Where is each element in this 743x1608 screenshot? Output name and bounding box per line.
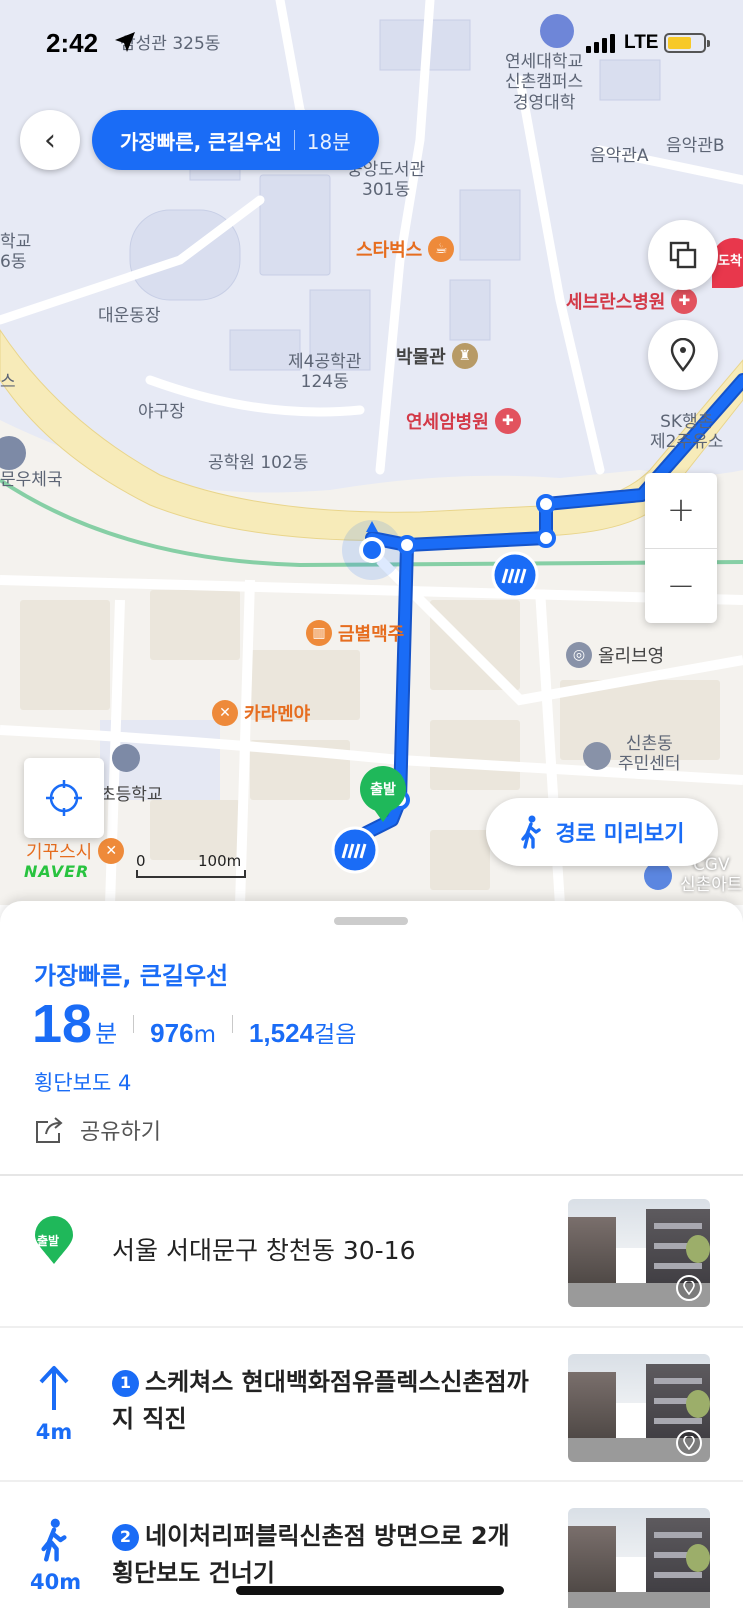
signal-icon	[586, 34, 615, 53]
route-distance-unit: m	[193, 1022, 216, 1048]
walking-icon	[521, 815, 542, 849]
hospital-icon: ✚	[494, 408, 521, 434]
route-duration-value: 18	[32, 994, 93, 1054]
map-layers-button[interactable]	[648, 220, 718, 290]
crosshair-icon	[46, 780, 82, 816]
route-option-duration: 18분	[306, 129, 351, 154]
walking-icon	[41, 1518, 67, 1562]
restaurant-icon: ✕	[98, 838, 125, 864]
map-view[interactable]: 삼성관 325동 연세대학교 신촌캠퍼스 경영대학 음악관A 음악관B 중앙도서…	[0, 0, 743, 905]
map-label-music-b: 음악관B	[666, 136, 725, 156]
map-label-eng4: 제4공학관 124동	[288, 352, 362, 393]
map-label-post: 문우체국	[0, 470, 63, 490]
pin-icon	[676, 1275, 702, 1301]
route-option-name: 가장빠른, 큰길우선	[120, 129, 282, 154]
shop-icon: ◎	[566, 642, 592, 668]
poi-oliveyoung[interactable]: ◎ 올리브영	[566, 642, 664, 668]
map-pin-icon	[670, 338, 696, 372]
step-text: 1 스케쳐스 현대백화점유플렉스신촌점까지 직진	[112, 1368, 529, 1434]
beer-icon: ▥	[306, 620, 332, 646]
museum-icon: ♜	[451, 343, 478, 369]
battery-icon	[664, 33, 710, 53]
hospital-icon: ✚	[671, 288, 698, 314]
zoom-out-button[interactable]: −	[645, 549, 717, 624]
map-label-community: 신촌동 주민센터	[618, 734, 681, 775]
naver-logo: NAVER	[24, 862, 90, 881]
step-distance: 40m	[30, 1570, 82, 1594]
map-label-eng-hall: 공학원 102동	[208, 453, 309, 473]
poi-cancer-hospital[interactable]: 연세암병원 ✚	[406, 408, 521, 434]
route-duration-unit: 분	[95, 1020, 118, 1048]
map-scale: 0 100m	[136, 852, 246, 878]
street-view-thumbnail[interactable]	[568, 1199, 710, 1307]
status-bar: 2:42 LTE	[0, 0, 743, 80]
step-distance: 4m	[35, 1420, 73, 1444]
map-label-elementary: 초등학교	[100, 785, 163, 805]
step-text: 2 네이처리퍼블릭신촌점 방면으로 2개 횡단보도 건너기	[112, 1522, 510, 1588]
map-label-baseball: 야구장	[138, 402, 185, 422]
route-preview-label: 경로 미리보기	[555, 822, 685, 847]
start-marker[interactable]: 출발	[360, 766, 406, 822]
restaurant-icon: ✕	[212, 700, 238, 726]
arrow-up-icon	[39, 1366, 69, 1410]
route-summary-stats: 18 분 976 m 1,524 걸음	[32, 993, 356, 1055]
share-label: 공유하기	[80, 1120, 161, 1145]
route-option-pill[interactable]: 가장빠른, 큰길우선 18분	[92, 110, 379, 170]
poi-museum[interactable]: 박물관 ♜	[396, 343, 478, 369]
network-type: LTE	[624, 32, 659, 53]
status-time: 2:42	[46, 28, 99, 58]
poi-geumbyeol[interactable]: ▥ 금별맥주	[306, 620, 404, 646]
cinema-icon	[644, 862, 672, 890]
zoom-in-button[interactable]: +	[645, 473, 717, 548]
layers-icon	[669, 241, 697, 269]
cafe-icon: ☕	[428, 236, 455, 262]
back-button[interactable]: ‹	[20, 110, 80, 170]
map-label-s: 스	[0, 372, 16, 392]
step-text: 서울 서대문구 창천동 30-16	[112, 1236, 416, 1265]
share-icon	[36, 1117, 63, 1143]
map-label-sk: SK행촌 제2주유소	[650, 412, 724, 453]
route-summary-title: 가장빠른, 큰길우선	[34, 962, 229, 990]
crosswalk-count: 횡단보도 4	[34, 1071, 132, 1095]
zoom-controls: + −	[645, 473, 717, 623]
map-label-school-left: 학교 6동	[0, 232, 32, 273]
share-button[interactable]: 공유하기	[34, 1114, 161, 1146]
poi-severance[interactable]: 세브란스병원 ✚	[566, 288, 698, 314]
school-icon	[112, 744, 140, 772]
route-step-1[interactable]: 4m 1 스케쳐스 현대백화점유플렉스신촌점까지 직진	[0, 1328, 743, 1482]
route-steps-value: 1,524	[248, 1018, 315, 1048]
street-view-thumbnail[interactable]	[568, 1508, 710, 1608]
route-preview-button[interactable]: 경로 미리보기	[486, 798, 718, 866]
poi-starbucks[interactable]: 스타벅스 ☕	[356, 236, 455, 262]
route-step-start[interactable]: 출발 서울 서대문구 창천동 30-16	[0, 1176, 743, 1328]
map-pin-button[interactable]	[648, 320, 718, 390]
community-center-icon	[583, 742, 611, 770]
pin-icon	[676, 1430, 702, 1456]
current-location-button[interactable]	[24, 758, 104, 838]
home-indicator[interactable]	[236, 1586, 504, 1595]
poi-gikkusushi[interactable]: 기꾸스시 ✕	[26, 838, 125, 864]
street-view-thumbnail[interactable]	[568, 1354, 710, 1462]
map-label-music-a: 음악관A	[590, 146, 649, 166]
step-number-badge: 2	[112, 1523, 139, 1551]
route-detail-sheet: 가장빠른, 큰길우선 18 분 976 m 1,524 걸음 횡단보도 4 공유…	[0, 901, 743, 1608]
start-badge-label: 출발	[37, 1234, 60, 1248]
map-label-daeun: 대운동장	[98, 306, 161, 326]
poi-karamenya[interactable]: ✕ 카라멘야	[212, 700, 310, 726]
step-number-badge: 1	[112, 1369, 139, 1397]
chevron-left-icon: ‹	[44, 122, 56, 158]
route-steps-unit: 걸음	[314, 1022, 357, 1048]
sheet-grabber[interactable]	[334, 917, 408, 925]
route-distance-value: 976	[150, 1018, 194, 1048]
location-arrow-icon	[115, 32, 135, 52]
